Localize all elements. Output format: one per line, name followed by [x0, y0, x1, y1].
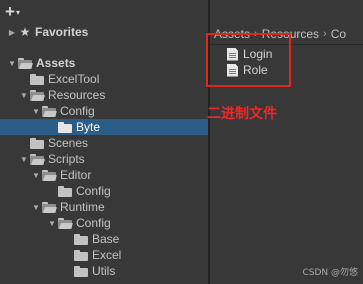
tree-item-favorites[interactable]: ▶ ★ Favorites	[0, 24, 88, 40]
tree-item-resources[interactable]: ▼ Resources	[0, 87, 105, 103]
tree-item-exceltool[interactable]: ExcelTool	[0, 71, 99, 87]
breadcrumb: Assets › Resources › Co	[214, 26, 346, 42]
tree-item-byte[interactable]: Byte	[0, 119, 208, 135]
folder-icon	[58, 185, 72, 197]
folder-open-icon	[42, 169, 58, 181]
tree-item-assets[interactable]: ▼ Assets	[0, 55, 75, 71]
tree-item-label: Resources	[48, 88, 106, 102]
folder-icon	[74, 265, 88, 277]
folder-open-icon	[30, 89, 46, 101]
tree-item-label: Scripts	[48, 152, 85, 166]
tree-item-label: Favorites	[35, 25, 89, 39]
asset-item-label: Login	[243, 47, 273, 61]
tree-item-excel[interactable]: Excel	[0, 247, 121, 263]
folder-icon	[30, 137, 44, 149]
star-icon: ★	[19, 25, 31, 39]
expand-arrow-icon[interactable]: ▼	[6, 59, 18, 68]
tree-item-scenes[interactable]: Scenes	[0, 135, 88, 151]
tree-item-label: Base	[92, 232, 120, 246]
tree-item-runtime[interactable]: ▼ Runtime	[0, 199, 105, 215]
asset-item-label: Role	[243, 63, 268, 77]
project-tree-panel: + ▾ ▶ ★ Favorites ▼ Assets ExcelTool ▼ R…	[0, 0, 208, 284]
dropdown-caret-icon: ▾	[15, 8, 20, 17]
folder-open-icon	[30, 153, 46, 165]
tree-item-runtime-config[interactable]: ▼ Config	[0, 215, 111, 231]
folder-open-icon	[18, 57, 34, 69]
chevron-right-icon: ›	[254, 28, 258, 40]
tree-item-label: Scenes	[48, 136, 89, 150]
folder-icon	[58, 121, 72, 133]
tree-item-label: Config	[76, 216, 111, 230]
tree-item-label: Runtime	[60, 200, 105, 214]
tree-item-label: Byte	[76, 120, 101, 134]
annotation-label: 二进制文件	[207, 106, 277, 122]
asset-item-role[interactable]: Role	[227, 62, 268, 78]
tree-item-label: Config	[76, 184, 111, 198]
tree-item-label: Assets	[36, 56, 76, 70]
expand-arrow-icon[interactable]: ▼	[30, 203, 42, 212]
folder-open-icon	[42, 105, 58, 117]
chevron-right-icon: ›	[323, 28, 327, 40]
tree-item-label: Config	[60, 104, 95, 118]
asset-item-login[interactable]: Login	[227, 46, 272, 62]
expand-arrow-icon[interactable]: ▼	[18, 155, 30, 164]
expand-arrow-icon[interactable]: ▼	[18, 91, 30, 100]
expand-arrow-icon[interactable]: ▶	[6, 28, 18, 37]
expand-arrow-icon[interactable]: ▼	[30, 171, 42, 180]
tree-item-scripts[interactable]: ▼ Scripts	[0, 151, 85, 167]
expand-arrow-icon[interactable]: ▼	[46, 219, 58, 228]
add-asset-button[interactable]: + ▾	[5, 2, 20, 20]
tree-item-label: ExcelTool	[48, 72, 100, 86]
folder-open-icon	[58, 217, 74, 229]
folder-icon	[30, 73, 44, 85]
file-icon	[227, 63, 238, 77]
tree-item-editor[interactable]: ▼ Editor	[0, 167, 91, 183]
breadcrumb-item-resources[interactable]: Resources	[262, 27, 319, 41]
asset-view-panel: Assets › Resources › Co Login Role	[210, 0, 363, 284]
tree-item-utils[interactable]: Utils	[0, 263, 115, 279]
plus-icon: +	[5, 1, 15, 21]
tree-item-label: Utils	[92, 264, 116, 278]
tree-item-label: Editor	[60, 168, 92, 182]
file-icon	[227, 47, 238, 61]
tree-item-editor-config[interactable]: Config	[0, 183, 111, 199]
tree-item-label: Excel	[92, 248, 122, 262]
expand-arrow-icon[interactable]: ▼	[30, 107, 42, 116]
tree-item-base[interactable]: Base	[0, 231, 119, 247]
breadcrumb-item-assets[interactable]: Assets	[214, 27, 250, 41]
folder-icon	[74, 249, 88, 261]
folder-open-icon	[42, 201, 58, 213]
folder-icon	[74, 233, 88, 245]
breadcrumb-item-config[interactable]: Co	[331, 27, 346, 41]
breadcrumb-divider	[210, 44, 363, 45]
watermark: CSDN @勿悠	[302, 268, 358, 278]
tree-item-config[interactable]: ▼ Config	[0, 103, 95, 119]
